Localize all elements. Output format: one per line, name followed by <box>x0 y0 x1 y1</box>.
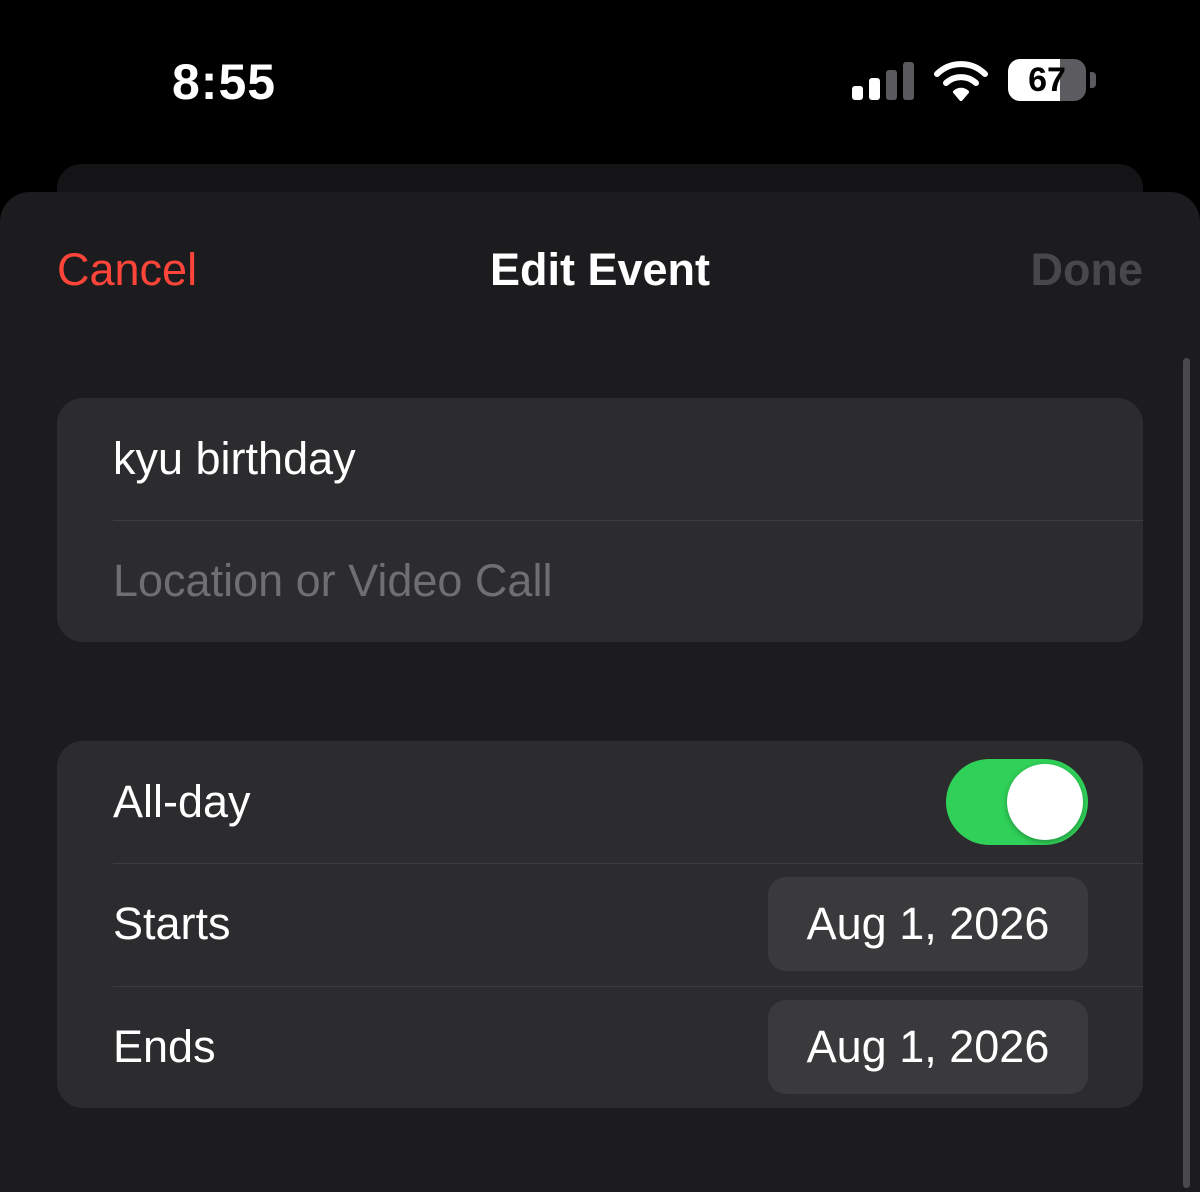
battery-shell: 67 <box>1008 59 1086 101</box>
title-input[interactable] <box>113 398 1093 520</box>
status-time: 8:55 <box>172 54 277 110</box>
ends-date-button[interactable]: Aug 1, 2026 <box>768 1000 1088 1094</box>
signal-bar <box>886 70 897 100</box>
wifi-icon <box>934 61 988 101</box>
done-button[interactable]: Done <box>1031 244 1144 296</box>
row-divider <box>113 986 1143 987</box>
location-row <box>57 520 1143 642</box>
ends-label: Ends <box>113 1021 216 1072</box>
row-divider <box>113 863 1143 864</box>
all-day-row: All-day <box>57 741 1143 863</box>
event-timing-card: All-day Starts Aug 1, 2026 Ends Aug 1, 2… <box>57 741 1143 1108</box>
all-day-toggle[interactable] <box>946 759 1088 845</box>
all-day-label: All-day <box>113 776 251 827</box>
signal-bar <box>903 62 914 100</box>
signal-icon <box>852 62 914 100</box>
cancel-button[interactable]: Cancel <box>57 244 197 296</box>
title-row <box>57 398 1143 520</box>
toggle-knob <box>1007 764 1083 840</box>
battery-level: 67 <box>1028 61 1066 99</box>
starts-date-button[interactable]: Aug 1, 2026 <box>768 877 1088 971</box>
ends-row: Ends Aug 1, 2026 <box>57 986 1143 1108</box>
event-details-card <box>57 398 1143 642</box>
battery-nub <box>1090 72 1096 88</box>
edit-event-sheet: Edit Event Cancel Done All-day Starts Au… <box>0 192 1200 1192</box>
starts-row: Starts Aug 1, 2026 <box>57 863 1143 985</box>
signal-bar <box>852 86 863 100</box>
scrollbar[interactable] <box>1183 358 1190 1188</box>
signal-bar <box>869 78 880 100</box>
location-input[interactable] <box>113 520 1093 642</box>
starts-label: Starts <box>113 898 231 949</box>
battery-icon: 67 <box>1008 59 1098 103</box>
